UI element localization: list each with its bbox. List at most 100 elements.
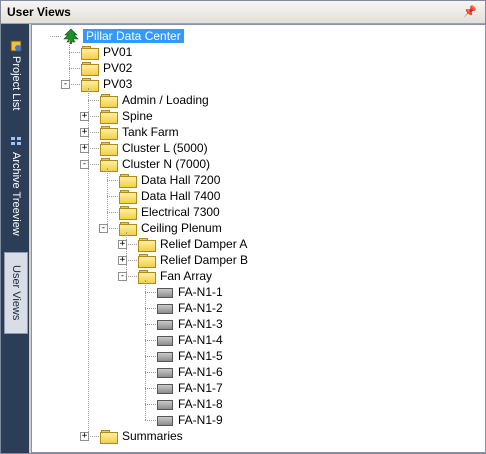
tree-node-label: Fan Array — [160, 269, 213, 283]
tree-node-label: Data Hall 7200 — [141, 173, 221, 187]
tree-node[interactable]: Admin / Loading — [100, 92, 209, 108]
tree-node-label: FA-N1-2 — [178, 301, 223, 315]
folder-icon — [100, 125, 118, 140]
tree-connector — [50, 36, 61, 37]
tree-connector — [69, 84, 80, 85]
tab-archive-treeview[interactable]: Archive Treeview — [5, 132, 27, 240]
folder-icon — [138, 269, 156, 284]
tree-node-label: Summaries — [122, 429, 183, 443]
tree-connector — [107, 168, 108, 228]
tree-connector — [69, 40, 70, 84]
tree-node-label: Cluster N (7000) — [122, 157, 211, 171]
tree-node-label: Relief Damper B — [160, 253, 249, 267]
tree-connector — [145, 420, 156, 421]
panel-title: User Views — [7, 5, 71, 19]
tree-connector — [126, 260, 137, 261]
tree-node[interactable]: Tank Farm — [100, 124, 179, 140]
tree-root-node[interactable]: Pillar Data Center — [62, 28, 184, 44]
tree-connector — [145, 388, 156, 389]
tree-icon — [62, 28, 80, 44]
tree-connector — [88, 148, 99, 149]
tree-node[interactable]: FA-N1-3 — [157, 316, 223, 332]
tree-connector — [145, 372, 156, 373]
panel-titlebar: User Views 📌 — [1, 1, 485, 24]
tree-connector — [107, 228, 118, 229]
tree-node-label: Pillar Data Center — [83, 29, 184, 43]
tree-node[interactable]: Relief Damper A — [138, 236, 247, 252]
tree-node[interactable]: FA-N1-6 — [157, 364, 223, 380]
tree-node-label: FA-N1-4 — [178, 333, 223, 347]
tree-connector — [88, 116, 99, 117]
tree-connector — [107, 180, 118, 181]
tree-node[interactable]: FA-N1-4 — [157, 332, 223, 348]
tree-node[interactable]: FA-N1-8 — [157, 396, 223, 412]
tab-user-views[interactable]: User Views — [4, 252, 28, 334]
tree-node[interactable]: Cluster N (7000) — [100, 156, 210, 172]
tree-connector — [69, 68, 80, 69]
folder-icon — [100, 141, 118, 156]
tree-node-label: Tank Farm — [122, 125, 179, 139]
tree-connector — [145, 324, 156, 325]
tree-node-label: PV02 — [103, 61, 133, 75]
tree-node[interactable]: Data Hall 7200 — [119, 172, 220, 188]
tree-connector — [107, 212, 118, 213]
tab-project-list[interactable]: Project List — [5, 36, 27, 114]
tree-connector — [88, 132, 99, 133]
tree-node-label: Data Hall 7400 — [141, 189, 221, 203]
pin-icon[interactable]: 📌 — [463, 5, 477, 18]
tree-connector — [88, 436, 99, 437]
folder-icon — [119, 205, 137, 220]
tree-node[interactable]: FA-N1-9 — [157, 412, 223, 428]
tree-node[interactable]: Spine — [100, 108, 153, 124]
tab-label: User Views — [10, 265, 22, 321]
folder-icon — [81, 77, 99, 92]
folder-icon — [138, 253, 156, 268]
tree-node[interactable]: PV01 — [81, 44, 132, 60]
tree-node[interactable]: Data Hall 7400 — [119, 188, 220, 204]
tree-node-label: Admin / Loading — [122, 93, 209, 107]
tree-connector — [145, 308, 156, 309]
folder-icon — [138, 237, 156, 252]
tree-node-label: FA-N1-3 — [178, 317, 223, 331]
tree-node[interactable]: Electrical 7300 — [119, 204, 220, 220]
tree-node-label: PV01 — [103, 45, 133, 59]
device-icon — [157, 416, 173, 426]
device-icon — [157, 368, 173, 378]
tree-node[interactable]: PV02 — [81, 60, 132, 76]
tree-connector — [126, 244, 137, 245]
tree-node-label: FA-N1-9 — [178, 413, 223, 427]
tree-connector — [88, 100, 99, 101]
device-icon — [157, 288, 173, 298]
tree-node-label: FA-N1-5 — [178, 349, 223, 363]
tree-connector — [69, 52, 80, 53]
tree-node-label: FA-N1-8 — [178, 397, 223, 411]
tree-node-label: Relief Damper A — [160, 237, 248, 251]
tree-node[interactable]: FA-N1-1 — [157, 284, 223, 300]
tree-node-label: Spine — [122, 109, 153, 123]
tab-label: Project List — [10, 56, 22, 111]
tree-node[interactable]: Cluster L (5000) — [100, 140, 208, 156]
folder-icon — [81, 45, 99, 60]
tree-node[interactable]: Relief Damper B — [138, 252, 248, 268]
tree-node-label: PV03 — [103, 77, 133, 91]
tree-node[interactable]: FA-N1-2 — [157, 300, 223, 316]
folder-icon — [100, 93, 118, 108]
tree-connector — [126, 276, 137, 277]
device-icon — [157, 304, 173, 314]
side-tab-strip: Project List Archive Treeview User Views — [1, 24, 29, 453]
folder-icon — [119, 173, 137, 188]
folder-icon — [81, 61, 99, 76]
device-icon — [157, 400, 173, 410]
tree-connector — [145, 340, 156, 341]
tree-node[interactable]: FA-N1-5 — [157, 348, 223, 364]
tree-node[interactable]: Fan Array — [138, 268, 212, 284]
tree-node[interactable]: Ceiling Plenum — [119, 220, 222, 236]
tree-node-label: Electrical 7300 — [141, 205, 220, 219]
tree-view[interactable]: Pillar Data Center PV01 PV02- PV03 Admin / L… — [31, 24, 486, 453]
tree-connector — [126, 232, 127, 276]
tree-node-label: Ceiling Plenum — [141, 221, 222, 235]
tree-connector — [145, 280, 146, 420]
tree-node[interactable]: Summaries — [100, 428, 183, 444]
tree-node[interactable]: FA-N1-7 — [157, 380, 223, 396]
device-icon — [157, 352, 173, 362]
